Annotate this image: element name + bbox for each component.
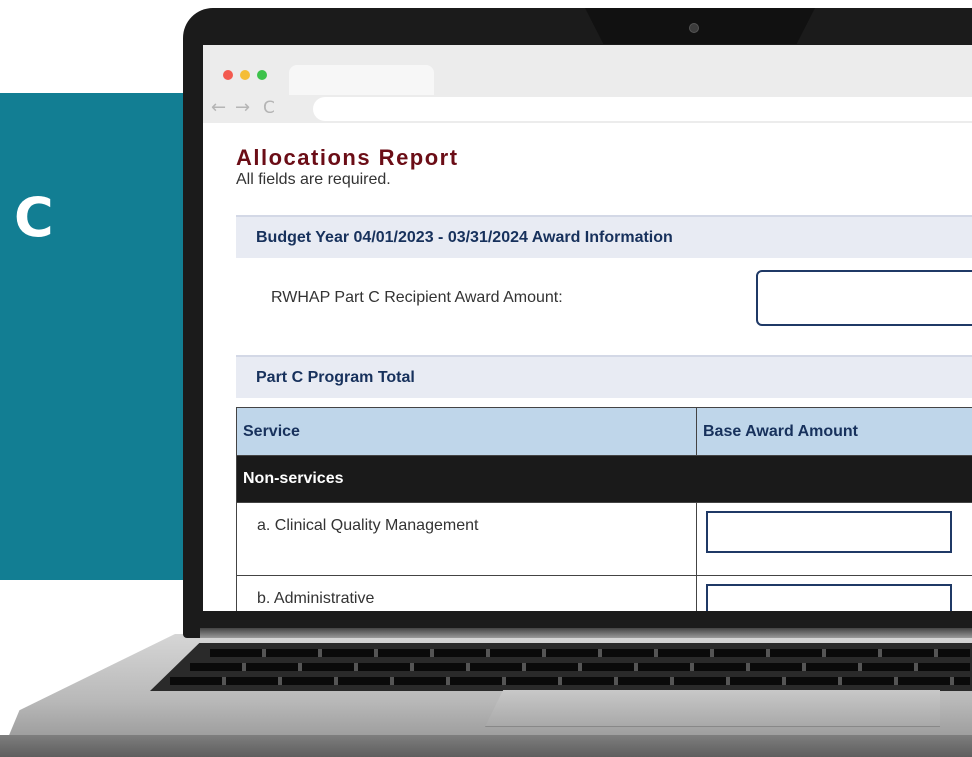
page-title: Allocations Report [236, 145, 459, 170]
row-label-clinical-quality: a. Clinical Quality Management [236, 502, 697, 576]
browser-chrome: ← → C [203, 45, 972, 123]
side-panel [0, 93, 200, 580]
browser-tab[interactable] [289, 65, 434, 95]
table-row: b. Administrative [236, 575, 972, 611]
recipient-award-input[interactable] [756, 270, 972, 326]
laptop-keyboard [150, 643, 972, 691]
laptop-touchpad [485, 690, 940, 727]
table-row: a. Clinical Quality Management [236, 502, 972, 576]
window-maximize-icon[interactable] [257, 70, 267, 80]
reload-icon[interactable]: C [263, 98, 275, 118]
award-info-section-header: Budget Year 04/01/2023 - 03/31/2024 Awar… [236, 215, 972, 258]
column-header-base-award: Base Award Amount [696, 407, 972, 456]
group-label-non-services: Non-services [236, 455, 972, 503]
address-bar[interactable] [313, 97, 972, 121]
laptop-base-edge [0, 735, 972, 757]
program-total-section-header: Part C Program Total [236, 355, 972, 398]
clinical-quality-amount-input[interactable] [706, 511, 952, 553]
column-header-service: Service [236, 407, 697, 456]
page-subtitle: All fields are required. [236, 171, 391, 188]
table-group-row: Non-services [236, 455, 972, 503]
laptop-notch [585, 8, 815, 44]
award-info-heading: Budget Year 04/01/2023 - 03/31/2024 Awar… [256, 229, 673, 246]
administrative-amount-input[interactable] [706, 584, 952, 611]
laptop-hinge [200, 628, 972, 638]
window-minimize-icon[interactable] [240, 70, 250, 80]
forward-arrow-icon[interactable]: → [235, 98, 250, 118]
table-cell [696, 502, 972, 576]
window-close-icon[interactable] [223, 70, 233, 80]
webcam-icon [689, 23, 699, 33]
allocations-report-page: Allocations Report All fields are requir… [203, 123, 972, 611]
laptop-screen: ← → C Allocations Report All fields are … [203, 45, 972, 611]
back-arrow-icon[interactable]: ← [211, 98, 226, 118]
allocations-table: Service Base Award Amount Non-services a… [236, 407, 972, 611]
side-panel-letter: C [14, 186, 54, 249]
program-total-heading: Part C Program Total [256, 369, 415, 386]
recipient-award-label: RWHAP Part C Recipient Award Amount: [271, 289, 563, 306]
table-cell [696, 575, 972, 611]
table-header-row: Service Base Award Amount [236, 407, 972, 456]
row-label-administrative: b. Administrative [236, 575, 697, 611]
